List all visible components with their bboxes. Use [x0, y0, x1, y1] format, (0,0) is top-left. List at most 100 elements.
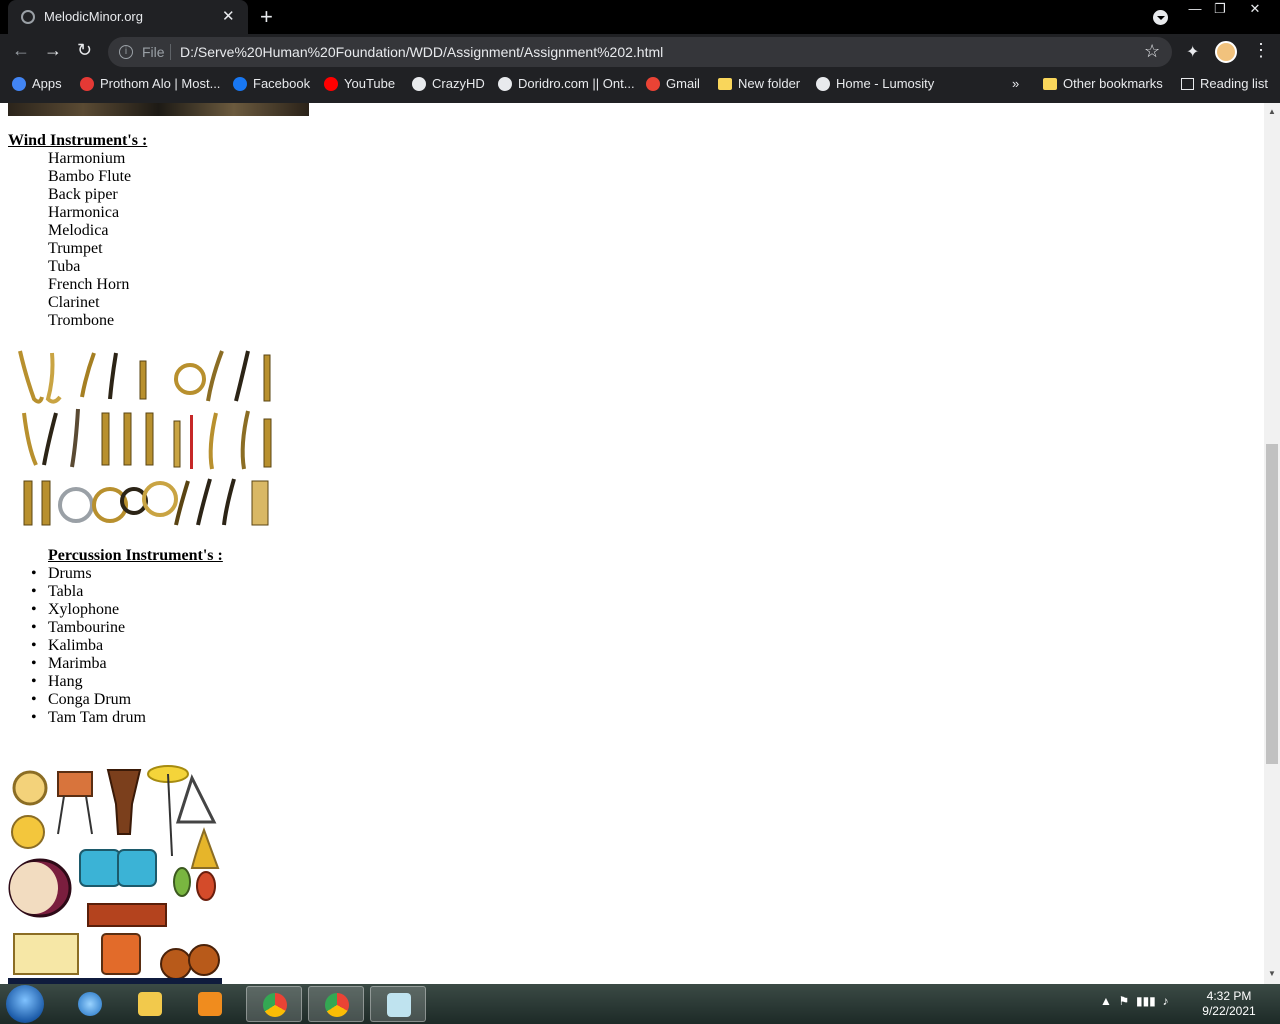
- list-item: Xylophone: [31, 601, 146, 619]
- new-tab-button[interactable]: +: [260, 4, 273, 30]
- bookmark-label: Apps: [32, 76, 62, 91]
- reload-icon[interactable]: ↻: [77, 40, 92, 61]
- globe-icon: [498, 76, 512, 91]
- list-item: Tambourine: [31, 619, 146, 637]
- bookmark-label: Doridro.com || Ont...: [518, 76, 635, 91]
- wind-instruments-list: Harmonium Bambo Flute Back piper Harmoni…: [48, 150, 131, 330]
- taskbar-clock[interactable]: 4:32 PM 9/22/2021: [1196, 989, 1262, 1019]
- list-item: Hang: [31, 673, 146, 691]
- bookmark-item[interactable]: Apps: [12, 76, 62, 91]
- bookmark-item[interactable]: Facebook: [233, 76, 310, 91]
- extensions-puzzle-icon[interactable]: ✦: [1186, 42, 1199, 62]
- bookmark-item[interactable]: CrazyHD: [412, 76, 485, 91]
- close-window-button[interactable]: ✕: [1240, 0, 1270, 18]
- taskbar-file-explorer[interactable]: [122, 986, 178, 1022]
- list-item: Kalimba: [31, 637, 146, 655]
- other-bookmarks-button[interactable]: Other bookmarks: [1043, 76, 1163, 91]
- list-item: Trumpet: [48, 240, 103, 257]
- taskbar-media-player[interactable]: [182, 986, 238, 1022]
- other-bookmarks-label: Other bookmarks: [1063, 76, 1163, 91]
- youtube-icon: [324, 76, 338, 91]
- tab-strip: MelodicMinor.org ✕ + — ❐ ✕: [0, 0, 1280, 34]
- tab-title: MelodicMinor.org: [44, 9, 143, 24]
- taskbar-internet-explorer[interactable]: [62, 986, 118, 1022]
- start-button[interactable]: [6, 985, 44, 1023]
- system-tray-icons[interactable]: ▲ ⚑ ▮▮▮ ♪: [1100, 994, 1168, 1008]
- bookmark-label: New folder: [738, 76, 801, 91]
- list-item: Back piper: [48, 186, 118, 203]
- list-item: Marimba: [31, 655, 146, 673]
- percussion-instruments-heading: Percussion Instrument's :: [48, 547, 223, 564]
- taskbar-app[interactable]: [370, 986, 426, 1022]
- chrome-icon: [263, 993, 287, 1017]
- reading-list-button[interactable]: Reading list: [1181, 76, 1268, 91]
- percussion-instruments-list: Drums Tabla Xylophone Tambourine Kalimba…: [31, 565, 146, 727]
- folder-icon: [138, 992, 162, 1016]
- list-item: French Horn: [48, 276, 130, 293]
- folder-icon: [1043, 77, 1057, 90]
- bookmarks-bar: Apps Prothom Alo | Most... Facebook YouTube…: [0, 70, 1280, 103]
- bookmark-item[interactable]: Doridro.com || Ont...: [498, 76, 635, 91]
- tab-active[interactable]: MelodicMinor.org ✕: [8, 0, 248, 34]
- url-text[interactable]: D:/Serve%20Human%20Foundation/WDD/Assign…: [180, 44, 663, 60]
- bookmark-label: Prothom Alo | Most...: [100, 76, 221, 91]
- chrome-icon: [325, 993, 349, 1017]
- list-item: Clarinet: [48, 294, 100, 311]
- bookmark-label: CrazyHD: [432, 76, 485, 91]
- prothom-alo-icon: [80, 76, 94, 91]
- restore-button[interactable]: ❐: [1205, 0, 1235, 18]
- page-content: Wind Instrument's : Harmonium Bambo Flut…: [0, 103, 1264, 984]
- bookmark-label: Home - Lumosity: [836, 76, 935, 91]
- wind-instruments-image: [18, 350, 272, 526]
- list-item: Tuba: [48, 258, 81, 275]
- bookmark-item[interactable]: Prothom Alo | Most...: [80, 76, 220, 91]
- globe-icon: [816, 76, 830, 91]
- list-item: Trombone: [48, 312, 115, 329]
- clock-time: 4:32 PM: [1206, 989, 1252, 1003]
- percussion-instruments-image: [8, 765, 222, 984]
- list-item: Conga Drum: [31, 691, 146, 709]
- apps-grid-icon: [12, 76, 26, 91]
- wind-instruments-heading: Wind Instrument's :: [8, 132, 148, 149]
- bookmark-item[interactable]: Home - Lumosity: [816, 76, 934, 91]
- info-icon[interactable]: i: [119, 45, 133, 59]
- reading-list-icon: [1181, 77, 1194, 90]
- back-arrow-icon[interactable]: ←: [12, 40, 30, 61]
- reading-list-label: Reading list: [1200, 76, 1268, 91]
- tab-close-button[interactable]: ✕: [222, 7, 235, 25]
- list-item: Harmonium: [48, 150, 126, 167]
- tab-search-icon[interactable]: [1153, 10, 1168, 25]
- bookmark-item[interactable]: Gmail: [646, 76, 700, 91]
- globe-icon: [21, 10, 35, 24]
- bookmark-star-icon[interactable]: ☆: [1144, 41, 1160, 62]
- forward-arrow-icon[interactable]: →: [44, 40, 62, 61]
- windows-taskbar: ▲ ⚑ ▮▮▮ ♪ 4:32 PM 9/22/2021: [0, 984, 1280, 1024]
- list-item: Tabla: [31, 583, 146, 601]
- url-scheme-label: File: [142, 44, 165, 60]
- taskbar-chrome-1[interactable]: [246, 986, 302, 1022]
- list-item: Tam Tam drum: [31, 709, 146, 727]
- string-instruments-image: [8, 103, 309, 116]
- vertical-scrollbar[interactable]: ▲ ▼: [1264, 103, 1280, 984]
- internet-explorer-icon: [78, 992, 102, 1016]
- list-item: Harmonica: [48, 204, 120, 221]
- notepad-icon: [387, 993, 411, 1017]
- browser-toolbar: ← → ↻ i File D:/Serve%20Human%20Foundati…: [0, 34, 1280, 70]
- bookmark-item[interactable]: YouTube: [324, 76, 395, 91]
- scroll-up-arrow-icon[interactable]: ▲: [1268, 107, 1276, 116]
- bookmarks-overflow-button[interactable]: »: [1012, 76, 1019, 91]
- list-item: Bambo Flute: [48, 168, 132, 185]
- more-menu-icon[interactable]: ⋮: [1252, 40, 1270, 61]
- taskbar-chrome-2[interactable]: [308, 986, 364, 1022]
- bookmark-label: Gmail: [666, 76, 700, 91]
- address-bar[interactable]: i File D:/Serve%20Human%20Foundation/WDD…: [108, 37, 1172, 67]
- bookmark-label: YouTube: [344, 76, 396, 91]
- gmail-icon: [646, 76, 660, 91]
- list-item: Drums: [31, 565, 146, 583]
- profile-avatar[interactable]: [1215, 41, 1237, 63]
- scrollbar-thumb[interactable]: [1266, 444, 1278, 764]
- bookmark-label: Facebook: [253, 76, 311, 91]
- facebook-icon: [233, 76, 247, 91]
- bookmark-item[interactable]: New folder: [718, 76, 800, 91]
- scroll-down-arrow-icon[interactable]: ▼: [1268, 969, 1276, 978]
